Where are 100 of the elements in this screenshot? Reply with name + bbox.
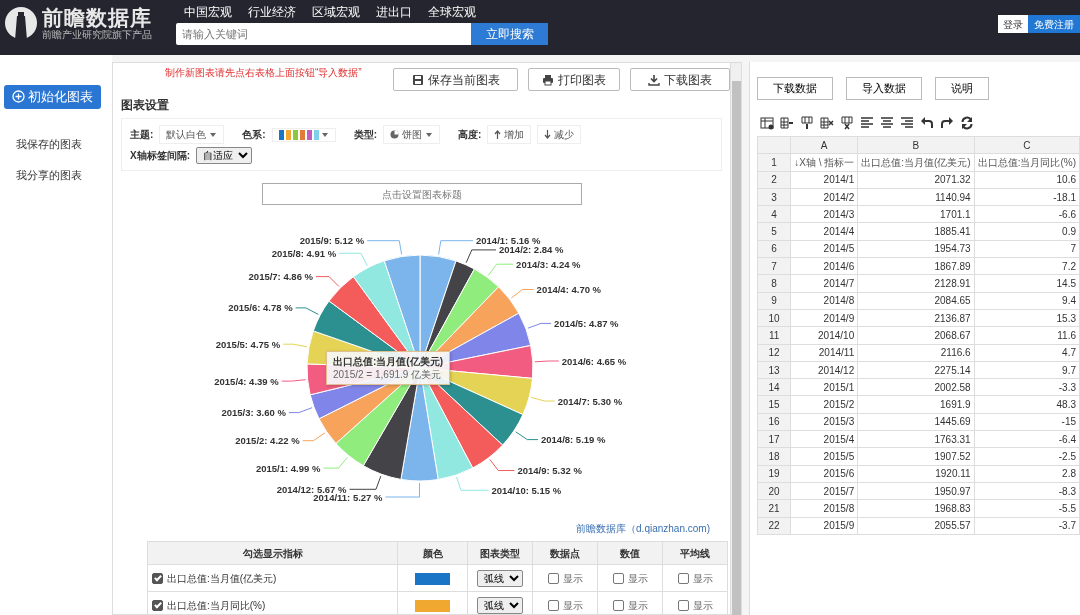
table-cell: 1701.1 bbox=[857, 205, 975, 223]
data-label: 2015/3: 3.60 % bbox=[221, 407, 286, 419]
checkbox-label: 显示 bbox=[627, 598, 648, 613]
table-cell: 1950.97 bbox=[857, 482, 975, 500]
checkbox-label: 显示 bbox=[562, 571, 583, 586]
tooltip-title: 出口总值:当月值(亿美元) bbox=[333, 355, 443, 368]
table-cell: 1867.89 bbox=[857, 257, 975, 275]
table-cell: 2015/3 bbox=[790, 413, 858, 431]
table-cell: 1885.41 bbox=[857, 223, 975, 241]
table-cell: 1954.73 bbox=[857, 240, 975, 258]
logo-title: 前瞻数据库 bbox=[42, 6, 152, 29]
table-cell: 1907.52 bbox=[857, 447, 975, 466]
table-cell: 7.2 bbox=[974, 257, 1080, 275]
data-label: 2015/7: 4.86 % bbox=[248, 271, 313, 283]
table-cell: 2136.87 bbox=[857, 309, 975, 327]
table-cell: 2014/11 bbox=[790, 344, 858, 362]
table-cell: 2015/5 bbox=[790, 447, 858, 466]
table-cell: 11.6 bbox=[974, 326, 1080, 345]
table-cell: -3.3 bbox=[974, 378, 1080, 396]
notice-text: 制作新图表请先点右表格上面按钮“导入数据” bbox=[165, 66, 363, 80]
table-cell: 1968.83 bbox=[857, 499, 975, 518]
table-cell: 2015/6 bbox=[790, 465, 858, 483]
table-cell: -6.6 bbox=[974, 205, 1080, 223]
setting-label: 类型: bbox=[353, 128, 378, 142]
table-cell: 2015/8 bbox=[790, 499, 858, 518]
table-cell: 2015/7 bbox=[790, 482, 858, 500]
table-cell: 2014/1 bbox=[790, 171, 858, 189]
table-cell: -2.5 bbox=[974, 447, 1080, 466]
data-label: 2015/8: 4.91 % bbox=[271, 247, 337, 259]
setting-label: X轴标签间隔: bbox=[130, 149, 190, 163]
data-label: 2015/6: 4.78 % bbox=[228, 302, 293, 314]
checkbox-label: 显示 bbox=[627, 571, 648, 586]
data-label: 2014/4: 4.70 % bbox=[536, 284, 602, 295]
table-cell: 2015/9 bbox=[790, 517, 858, 535]
table-cell: 48.3 bbox=[974, 395, 1080, 414]
table-cell: 2116.6 bbox=[857, 344, 975, 362]
data-label: 2014/1: 5.16 % bbox=[476, 235, 541, 247]
table-cell: 2014/12 bbox=[790, 361, 858, 379]
table-cell: -3.7 bbox=[974, 517, 1080, 535]
table-cell: -18.1 bbox=[974, 188, 1080, 206]
table-cell: 2015/4 bbox=[790, 430, 858, 448]
data-label: 2015/2: 4.22 % bbox=[235, 435, 300, 447]
table-cell: 2014/5 bbox=[790, 240, 858, 258]
table-cell: 2084.65 bbox=[857, 292, 975, 310]
tooltip-text: 2015/2 = 1,691.9 亿美元 bbox=[333, 368, 443, 381]
data-label: 2014/8: 5.19 % bbox=[541, 434, 606, 446]
series-name: 出口总值:当月值(亿美元) bbox=[167, 571, 277, 586]
column-header: 颜色 bbox=[397, 541, 468, 565]
table-cell: 2128.91 bbox=[857, 274, 975, 293]
column-header: 平均线 bbox=[662, 541, 728, 565]
column-header: C bbox=[974, 136, 1080, 154]
column-header: 数据点 bbox=[532, 541, 598, 565]
table-cell: 2014/2 bbox=[790, 188, 858, 206]
table-cell: -15 bbox=[974, 413, 1080, 431]
section-title: 图表设置 bbox=[120, 97, 170, 114]
data-label: 2014/3: 4.24 % bbox=[516, 258, 581, 270]
table-cell: 7 bbox=[974, 240, 1080, 258]
table-cell: 2014/4 bbox=[790, 223, 858, 241]
data-label: 2014/5: 4.87 % bbox=[554, 317, 619, 329]
checkbox-label: 显示 bbox=[562, 598, 583, 613]
table-cell: 2015/2 bbox=[790, 395, 858, 414]
table-cell: 1691.9 bbox=[857, 395, 975, 414]
data-label: 2014/9: 5.32 % bbox=[517, 465, 582, 476]
table-cell: 9.7 bbox=[974, 361, 1080, 379]
table-cell: 2014/9 bbox=[790, 309, 858, 327]
table-cell: 1140.94 bbox=[857, 188, 975, 206]
table-cell: 2002.58 bbox=[857, 378, 975, 396]
data-label: 2014/6: 4.65 % bbox=[561, 355, 627, 367]
checkbox-label: 显示 bbox=[692, 571, 713, 586]
table-cell: 出口总值:当月同比(%) bbox=[974, 153, 1080, 172]
table-cell: 2015/1 bbox=[790, 378, 858, 396]
data-label: 2014/2: 2.84 % bbox=[499, 244, 564, 256]
checkbox-label: 显示 bbox=[692, 598, 713, 613]
logo-subtitle: 前瞻产业研究院旗下产品 bbox=[42, 28, 152, 40]
table-cell: 2.8 bbox=[974, 465, 1080, 483]
table-cell: 1445.69 bbox=[857, 413, 975, 431]
table-cell: 1920.11 bbox=[857, 465, 975, 483]
table-cell: -8.3 bbox=[974, 482, 1080, 500]
data-label: 2014/10: 5.15 % bbox=[491, 484, 562, 496]
data-label: 2015/5: 4.75 % bbox=[215, 338, 281, 350]
table-cell: 2014/6 bbox=[790, 257, 858, 275]
setting-label: 主题: bbox=[130, 128, 154, 142]
column-header: A bbox=[790, 136, 858, 154]
table-cell: 0.9 bbox=[974, 223, 1080, 241]
table-cell: 2275.14 bbox=[857, 361, 975, 379]
table-cell: 2014/8 bbox=[790, 292, 858, 310]
data-label: 2015/1: 4.99 % bbox=[255, 462, 321, 474]
table-cell: 1763.31 bbox=[857, 430, 975, 448]
data-label: 2014/7: 5.30 % bbox=[557, 395, 623, 407]
table-cell: 4.7 bbox=[974, 344, 1080, 362]
table-cell: 出口总值:当月值(亿美元) bbox=[857, 153, 975, 172]
column-header: B bbox=[857, 136, 975, 154]
column-header: 勾选显示指标 bbox=[147, 541, 398, 565]
column-header: 数值 bbox=[597, 541, 663, 565]
table-cell: 2014/3 bbox=[790, 205, 858, 223]
table-cell: 2055.57 bbox=[857, 517, 975, 535]
column-header: 图表类型 bbox=[467, 541, 533, 565]
table-cell: -5.5 bbox=[974, 499, 1080, 518]
table-cell: ↓X轴 \ 指标一 bbox=[790, 153, 858, 172]
table-cell: 15.3 bbox=[974, 309, 1080, 327]
